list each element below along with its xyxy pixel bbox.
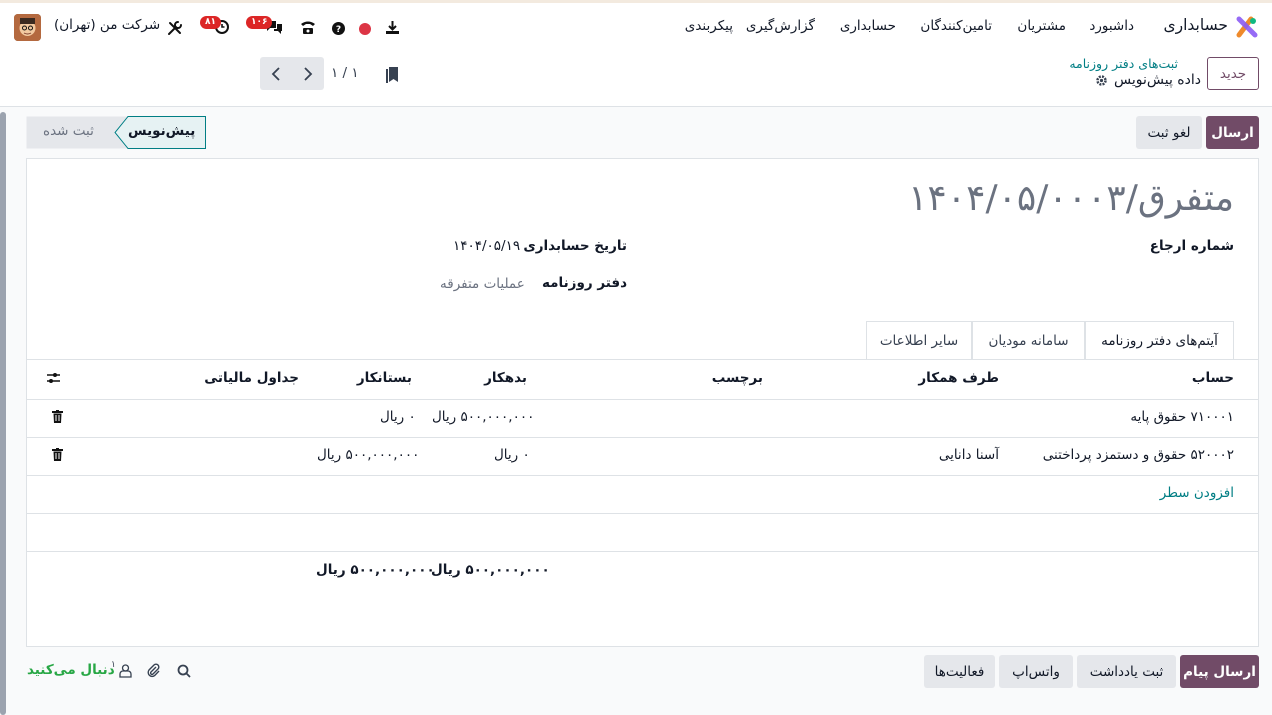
col-credit[interactable]: بستانکار xyxy=(357,370,412,386)
activity-badge: ۸۱ xyxy=(200,16,221,29)
company-switcher[interactable]: شرکت من (تهران) xyxy=(54,17,160,33)
date-label: تاریخ حسابداری xyxy=(523,238,627,254)
page-scrollbar[interactable] xyxy=(0,112,6,715)
total-credit: ۵۰۰,۰۰۰,۰۰۰ ریال xyxy=(316,562,435,578)
pager-next-button[interactable] xyxy=(260,57,292,90)
entry-title: متفرق/۱۴۰۴/۰۵/۰۰۰۳ xyxy=(908,178,1234,219)
row2-credit[interactable]: ۵۰۰,۰۰۰,۰۰۰ ریال xyxy=(317,447,419,463)
row-divider xyxy=(27,437,1258,438)
row2-account[interactable]: ۵۲۰۰۰۲ حقوق و دستمزد پرداختنی xyxy=(1043,447,1234,463)
menu-vendors[interactable]: تامین‌کنندگان xyxy=(920,18,992,34)
menu-dashboard[interactable]: داشبورد xyxy=(1089,18,1134,34)
row1-credit[interactable]: ۰ ریال xyxy=(380,409,416,425)
top-navbar: حسابداری داشبورد مشتریان تامین‌کنندگان ح… xyxy=(0,0,1272,50)
menu-reporting[interactable]: گزارش‌گیری xyxy=(746,18,815,34)
status-draft[interactable]: پیش‌نویس xyxy=(128,123,195,139)
journal-field[interactable]: عملیات متفرقه xyxy=(440,276,525,292)
row2-partner[interactable]: آسنا دانایی xyxy=(939,447,999,463)
row-divider xyxy=(27,513,1258,514)
ref-label: شماره ارجاع xyxy=(1149,238,1234,254)
tab-other-info[interactable]: سایر اطلاعات xyxy=(866,321,972,359)
col-account[interactable]: حساب xyxy=(1192,370,1234,386)
row-divider xyxy=(27,551,1258,552)
pager-buttons xyxy=(260,57,324,90)
menu-customers[interactable]: مشتریان xyxy=(1017,18,1066,34)
add-line-link[interactable]: افزودن سطر xyxy=(1160,485,1234,501)
tab-journal-items[interactable]: آیتم‌های دفتر روزنامه xyxy=(1085,321,1234,360)
breadcrumb-current: داده پیش‌نویس xyxy=(1114,72,1201,88)
row2-debit[interactable]: ۰ ریال xyxy=(494,447,530,463)
menu-accounting[interactable]: حسابداری xyxy=(840,18,896,34)
avatar-face-icon xyxy=(14,14,41,41)
tab-moadian[interactable]: سامانه مودیان xyxy=(972,321,1085,359)
pager-previous-button[interactable] xyxy=(292,57,324,90)
activities-button[interactable]: فعالیت‌ها xyxy=(924,655,995,688)
phone-icon[interactable] xyxy=(298,18,318,36)
row1-debit[interactable]: ۵۰۰,۰۰۰,۰۰۰ ریال xyxy=(432,409,534,425)
chevron-right-icon xyxy=(304,66,313,81)
optional-columns-icon[interactable] xyxy=(45,370,61,386)
pager-value[interactable]: ۱ / ۱ xyxy=(331,65,359,81)
trash-icon[interactable] xyxy=(50,409,64,424)
log-note-button[interactable]: ثبت یادداشت xyxy=(1077,655,1176,688)
search-icon[interactable] xyxy=(176,663,192,679)
following-button[interactable]: دنبال می‌کنید xyxy=(27,662,115,678)
new-button[interactable]: جدید xyxy=(1207,57,1259,90)
control-panel: جدید ثبت‌های دفتر روزنامه داده پیش‌نویس … xyxy=(0,50,1272,107)
gear-icon[interactable] xyxy=(1094,73,1108,87)
col-label[interactable]: برچسب xyxy=(712,370,763,386)
row1-account[interactable]: ۷۱۰۰۰۱ حقوق پایه xyxy=(1130,409,1234,425)
followers-icon[interactable] xyxy=(118,663,132,679)
paperclip-icon[interactable] xyxy=(145,662,161,678)
chat-badge: ۱۰۶ xyxy=(246,16,273,29)
col-tax-grids[interactable]: جداول مالیاتی xyxy=(204,370,299,386)
tabs-divider xyxy=(27,359,1258,360)
reset-to-draft-button[interactable]: لغو ثبت xyxy=(1136,116,1202,149)
col-partner[interactable]: طرف همکار xyxy=(918,370,999,386)
app-name[interactable]: حسابداری xyxy=(1163,16,1228,34)
help-icon[interactable]: ? xyxy=(331,21,345,35)
journal-label: دفتر روزنامه xyxy=(542,275,627,291)
bookmark-icon[interactable] xyxy=(385,65,401,85)
menu-configuration[interactable]: پیکربندی xyxy=(685,18,733,34)
debug-tools-icon[interactable] xyxy=(166,19,184,37)
form-sheet xyxy=(26,158,1259,647)
post-button[interactable]: ارسال xyxy=(1206,116,1259,149)
date-field[interactable]: ۱۴۰۴/۰۵/۱۹ xyxy=(453,238,520,254)
row-divider xyxy=(27,475,1258,476)
send-message-button[interactable]: ارسال پیام xyxy=(1180,655,1259,688)
status-posted[interactable]: ثبت شده xyxy=(43,123,94,139)
col-debit[interactable]: بدهکار xyxy=(484,370,527,386)
chevron-left-icon xyxy=(271,66,280,81)
accounting-app-icon[interactable] xyxy=(1236,16,1258,38)
trash-icon[interactable] xyxy=(50,447,64,462)
header-divider xyxy=(27,399,1258,400)
breadcrumb-journal-entries[interactable]: ثبت‌های دفتر روزنامه xyxy=(1069,56,1178,71)
record-icon[interactable] xyxy=(358,22,371,35)
user-avatar[interactable] xyxy=(14,14,41,41)
download-icon[interactable] xyxy=(384,19,400,35)
svg-text:?: ? xyxy=(335,25,340,35)
status-bar: ثبت شده پیش‌نویس xyxy=(26,116,206,149)
whatsapp-button[interactable]: واتس‌اپ xyxy=(999,655,1073,688)
total-debit: ۵۰۰,۰۰۰,۰۰۰ ریال xyxy=(431,562,550,578)
